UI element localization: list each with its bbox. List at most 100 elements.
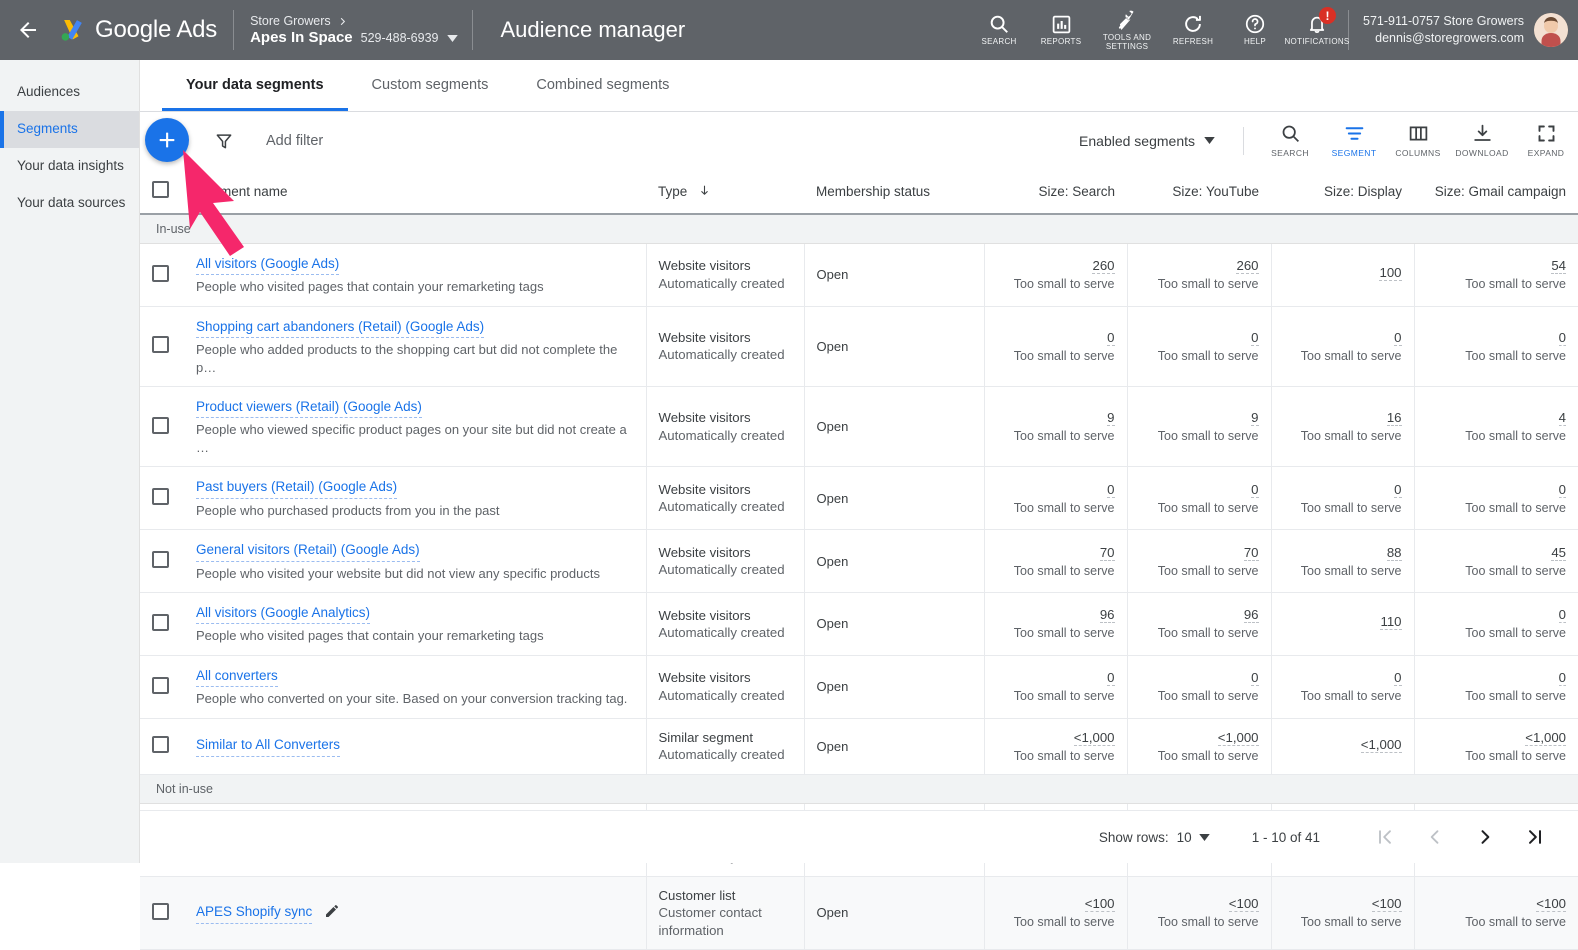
toolbar-expand-button[interactable]: EXPAND [1514,123,1578,158]
table-row[interactable]: General visitors (Retail) (Google Ads) P… [140,530,1578,593]
segment-name-link[interactable]: Past buyers (Retail) (Google Ads) [196,477,397,498]
download-icon [1472,123,1493,144]
main-content: Your data segments Custom segments Combi… [140,60,1578,863]
chevron-down-icon [1204,137,1215,144]
toolbar-search-button[interactable]: SEARCH [1258,123,1322,158]
tab-your-data-segments[interactable]: Your data segments [162,59,348,111]
table-row[interactable]: Similar to All Converters Similar segmen… [140,718,1578,774]
size-subtext: Too small to serve [1140,277,1259,291]
sidebar-item-segments[interactable]: Segments [0,111,139,148]
plus-icon [156,129,178,151]
add-filter-button[interactable]: Add filter [266,133,323,149]
filter-button[interactable] [204,131,244,151]
topbar-search-button[interactable]: SEARCH [968,0,1030,60]
row-checkbox[interactable] [152,336,169,353]
topbar-help-button[interactable]: HELP [1224,0,1286,60]
type-cell: Website visitors Automatically created [646,244,804,307]
row-checkbox[interactable] [152,551,169,568]
segment-name-link[interactable]: All converters [196,666,278,687]
row-checkbox[interactable] [152,417,169,434]
size-search-cell: <1,000 Too small to serve [984,718,1127,774]
size-youtube-cell: <1,000 Too small to serve [1127,718,1271,774]
row-checkbox[interactable] [152,677,169,694]
table-row[interactable]: APES Shopify sync Customer list Customer… [140,876,1578,949]
size-subtext: Too small to serve [1284,349,1402,363]
row-checkbox[interactable] [152,736,169,753]
add-segment-fab[interactable] [145,118,189,162]
toolbar-segment-button[interactable]: SEGMENT [1322,123,1386,158]
header-type[interactable]: Type [646,169,804,214]
table-row[interactable]: Shopping cart abandoners (Retail) (Googl… [140,306,1578,386]
segment-name-link[interactable]: APES Shopify sync [196,902,312,923]
row-checkbox[interactable] [152,614,169,631]
size-value: 110 [1380,614,1401,630]
last-page-button[interactable] [1510,827,1560,847]
type-main: Website visitors [659,257,792,274]
segment-name-link[interactable]: Shopping cart abandoners (Retail) (Googl… [196,317,484,338]
tab-combined-segments[interactable]: Combined segments [512,59,693,111]
type-cell: Website visitors Automatically created [646,593,804,656]
row-checkbox[interactable] [152,488,169,505]
next-page-button[interactable] [1460,827,1510,847]
size-value: 260 [1236,258,1258,274]
tab-custom-segments[interactable]: Custom segments [348,59,513,111]
type-sub: Automatically created [659,687,792,704]
size-display-cell: 0 Too small to serve [1271,467,1414,530]
header-segment-name[interactable]: Segment name [184,169,646,214]
google-ads-brand[interactable]: Google Ads [56,15,233,45]
row-checkbox[interactable] [152,903,169,920]
segment-name-link[interactable]: All visitors (Google Analytics) [196,603,370,624]
size-subtext: Too small to serve [1140,564,1259,578]
size-display-cell: <1,000 [1271,718,1414,774]
account-selector[interactable]: Store Growers Apes In Space 529-488-6939 [234,14,471,46]
topbar-tools-button[interactable]: TOOLS AND SETTINGS [1092,0,1162,60]
row-checkbox[interactable] [152,265,169,282]
enabled-segments-dropdown[interactable]: Enabled segments [1079,133,1229,149]
pencil-icon[interactable] [324,903,340,922]
sidebar-item-audiences[interactable]: Audiences [0,74,139,111]
type-main: Website visitors [659,669,792,686]
table-row[interactable]: All visitors (Google Analytics) People w… [140,593,1578,656]
segment-name-link[interactable]: Similar to All Converters [196,735,340,756]
sidebar-item-your-data-insights[interactable]: Your data insights [0,148,139,185]
select-all-checkbox[interactable] [152,181,169,198]
segment-name-link[interactable]: All visitors (Google Ads) [196,254,339,275]
header-membership-status[interactable]: Membership status [804,169,984,214]
sidebar-item-your-data-sources[interactable]: Your data sources [0,185,139,222]
type-cell: Customer list Customer contact informati… [646,876,804,949]
topbar-notifications-button[interactable]: ! NOTIFICATIONS [1286,0,1348,60]
first-page-button[interactable] [1360,827,1410,847]
size-value: 54 [1551,258,1566,274]
type-sub: Automatically created [659,746,792,763]
table-row[interactable]: All converters People who converted on y… [140,655,1578,718]
topbar-tools-label: TOOLS AND SETTINGS [1092,34,1162,51]
header-size-display[interactable]: Size: Display [1271,169,1414,214]
topbar-reports-button[interactable]: REPORTS [1030,0,1092,60]
table-header-row: Segment name Type Membership status Size… [140,169,1578,214]
size-subtext: Too small to serve [1427,429,1567,443]
header-size-gmail[interactable]: Size: Gmail campaign [1414,169,1578,214]
table-row[interactable]: Past buyers (Retail) (Google Ads) People… [140,467,1578,530]
toolbar-columns-button[interactable]: COLUMNS [1386,123,1450,158]
size-value: 45 [1551,545,1566,561]
chevron-down-icon[interactable] [447,35,458,42]
toolbar-download-button[interactable]: DOWNLOAD [1450,123,1514,158]
size-youtube-cell: 0 Too small to serve [1127,306,1271,386]
rows-per-page-dropdown[interactable]: 10 [1177,830,1210,845]
back-button[interactable] [0,0,56,60]
segment-name-link[interactable]: Product viewers (Retail) (Google Ads) [196,397,422,418]
avatar[interactable] [1534,13,1568,47]
prev-page-button[interactable] [1410,827,1460,847]
segment-name-link[interactable]: General visitors (Retail) (Google Ads) [196,540,420,561]
header-size-youtube[interactable]: Size: YouTube [1127,169,1271,214]
size-subtext: Too small to serve [1427,915,1567,929]
size-gmail-cell: 0 Too small to serve [1414,306,1578,386]
table-row[interactable]: All visitors (Google Ads) People who vis… [140,244,1578,307]
size-gmail-cell: 0 Too small to serve [1414,655,1578,718]
size-value: 0 [1394,482,1401,498]
user-account-block[interactable]: 571-911-0757 Store Growers dennis@storeg… [1349,13,1578,47]
status-cell: Open [804,876,984,949]
header-size-search[interactable]: Size: Search [984,169,1127,214]
topbar-refresh-button[interactable]: REFRESH [1162,0,1224,60]
table-row[interactable]: Product viewers (Retail) (Google Ads) Pe… [140,387,1578,467]
